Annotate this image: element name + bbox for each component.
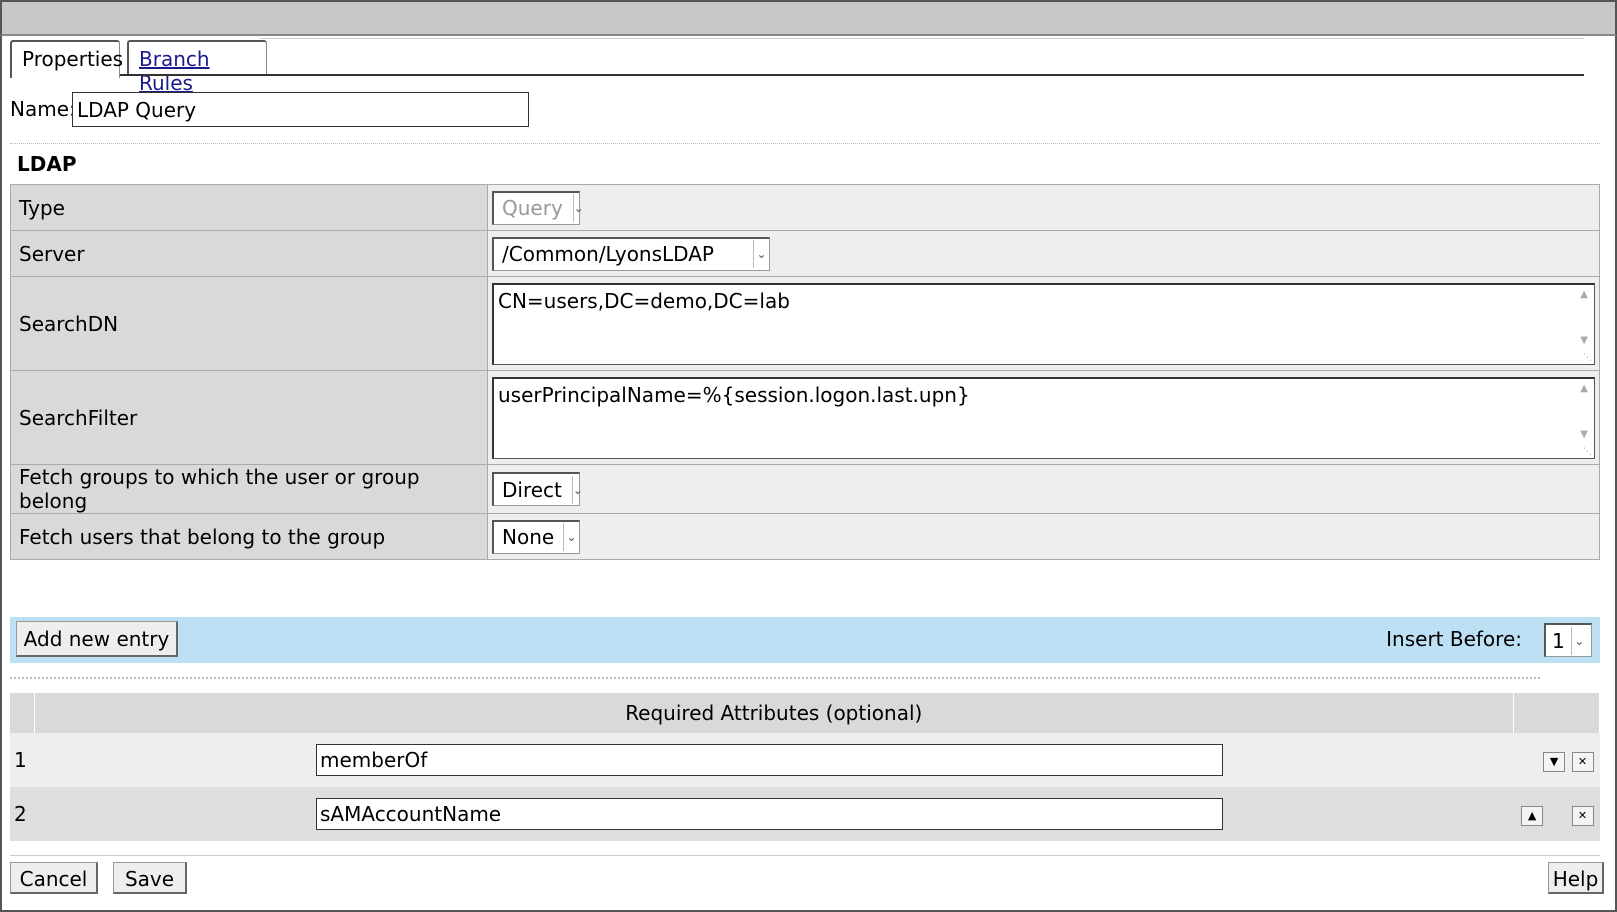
delete-icon[interactable]: ✕ [1571, 805, 1594, 826]
entry-toolbar: Add new entry Insert Before: 1 ⌄ [10, 617, 1600, 663]
resize-handle-icon[interactable]: ⋱ [1583, 353, 1592, 363]
searchdn-textarea[interactable]: CN=users,DC=demo,DC=lab ▲ ▼ ⋱ [492, 282, 1595, 365]
row-number: 1 [10, 733, 34, 787]
insert-before-select[interactable]: 1 ⌄ [1544, 623, 1592, 657]
title-bar [0, 0, 1617, 36]
required-attributes-table: Required Attributes (optional) 1 ▼ ✕ 2 ▲… [10, 693, 1600, 841]
tab-branch-rules[interactable]: Branch Rules [127, 40, 267, 95]
fetch-groups-select[interactable]: Direct ⌄ [492, 472, 583, 506]
attribute-input[interactable] [316, 798, 1223, 830]
type-label: Type [10, 184, 488, 231]
add-new-entry-button[interactable]: Add new entry [16, 621, 178, 657]
server-select-value: /Common/LyonsLDAP [502, 242, 714, 266]
move-down-icon[interactable]: ▼ [1543, 751, 1566, 772]
searchfilter-value: userPrincipalName=%{session.logon.last.u… [498, 382, 970, 407]
fetch-users-label: Fetch users that belong to the group [10, 513, 488, 560]
table-row: 1 ▼ ✕ [10, 733, 1600, 787]
tab-top-divider [260, 38, 1584, 39]
table-row: 2 ▲ ✕ [10, 787, 1600, 841]
chevron-down-icon: ⌄ [1570, 626, 1587, 655]
scroll-up-icon[interactable]: ▲ [1580, 383, 1588, 394]
fetch-groups-value: Direct [502, 477, 562, 502]
divider [10, 143, 1600, 144]
row-number: 2 [10, 787, 34, 841]
scroll-down-icon[interactable]: ▼ [1580, 335, 1588, 346]
actions-column-header [1513, 693, 1600, 733]
chevron-down-icon: ⌄ [572, 194, 584, 222]
scroll-down-icon[interactable]: ▼ [1580, 429, 1588, 440]
chevron-down-icon: ⌄ [571, 475, 583, 504]
fetch-users-value: None [502, 525, 555, 549]
resize-handle-icon[interactable]: ⋱ [1583, 447, 1592, 457]
required-attributes-header: Required Attributes (optional) [34, 693, 1514, 733]
chevron-down-icon: ⌄ [753, 240, 769, 268]
insert-before-label: Insert Before: [1386, 627, 1522, 651]
fetch-groups-label: Fetch groups to which the user or group … [10, 464, 488, 514]
tab-divider [10, 74, 1584, 76]
fetch-users-select[interactable]: None ⌄ [492, 519, 580, 554]
name-input[interactable] [72, 92, 529, 127]
delete-icon[interactable]: ✕ [1571, 751, 1594, 772]
ldap-properties-table: Type Query ⌄ Server /Common/LyonsLDAP ⌄ … [10, 184, 1600, 560]
section-title-ldap: LDAP [17, 152, 77, 176]
index-column-header [10, 693, 35, 733]
help-button[interactable]: Help [1548, 862, 1604, 894]
name-label: Name: [10, 97, 76, 121]
save-button[interactable]: Save [113, 862, 187, 894]
move-up-icon[interactable]: ▲ [1521, 805, 1544, 826]
tab-properties[interactable]: Properties [10, 40, 123, 78]
searchfilter-textarea[interactable]: userPrincipalName=%{session.logon.last.u… [492, 376, 1595, 459]
searchdn-value: CN=users,DC=demo,DC=lab [498, 288, 790, 313]
divider [10, 677, 1540, 679]
chevron-down-icon: ⌄ [563, 523, 579, 551]
scroll-up-icon[interactable]: ▲ [1580, 289, 1588, 300]
server-label: Server [10, 230, 488, 277]
cancel-button[interactable]: Cancel [10, 862, 98, 894]
footer-divider [10, 855, 1600, 856]
searchdn-label: SearchDN [10, 276, 488, 371]
attribute-input[interactable] [316, 744, 1223, 776]
insert-before-value: 1 [1552, 628, 1565, 653]
server-select[interactable]: /Common/LyonsLDAP ⌄ [492, 236, 770, 271]
type-select-value: Query [502, 196, 563, 220]
searchfilter-label: SearchFilter [10, 370, 488, 465]
type-select: Query ⌄ [492, 190, 584, 225]
